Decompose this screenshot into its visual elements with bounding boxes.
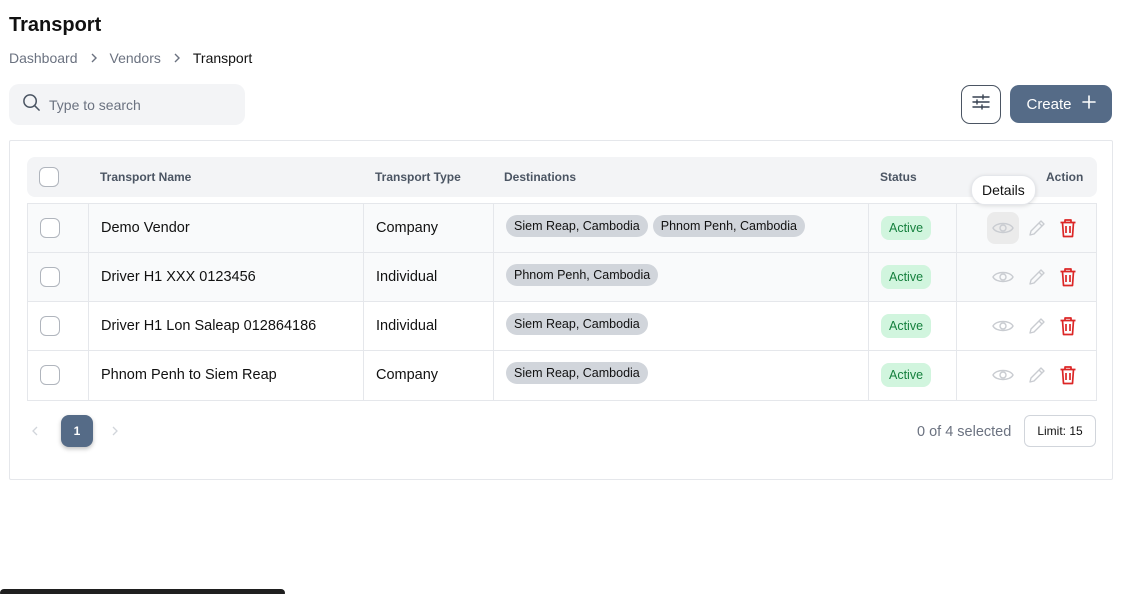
transport-name: Driver H1 Lon Saleap 012864186: [101, 318, 317, 334]
table-row[interactable]: Driver H1 Lon Saleap 012864186 Individua…: [28, 302, 1096, 351]
status-badge: Active: [881, 363, 932, 387]
status-badge: Active: [881, 265, 932, 289]
eye-icon: [992, 369, 1014, 381]
edit-button[interactable]: [1027, 365, 1047, 385]
transport-name: Phnom Penh to Siem Reap: [101, 367, 277, 383]
trash-icon: [1060, 219, 1076, 238]
chevron-right-icon: [112, 426, 118, 436]
limit-button[interactable]: Limit: 15: [1024, 415, 1096, 447]
table-row[interactable]: Phnom Penh to Siem Reap Company Siem Rea…: [28, 351, 1096, 400]
eye-icon: [992, 271, 1014, 283]
create-button-label: Create: [1026, 95, 1072, 113]
edit-button[interactable]: [1027, 316, 1047, 336]
view-details-button[interactable]: [987, 212, 1019, 244]
prev-page-button[interactable]: [30, 425, 40, 437]
table-header: Transport Name Transport Type Destinatio…: [27, 157, 1097, 197]
transport-type: Company: [376, 367, 439, 383]
destination-chip: Phnom Penh, Cambodia: [652, 215, 805, 237]
pencil-icon: [1029, 269, 1045, 285]
eye-icon: [992, 320, 1014, 332]
transport-type: Individual: [376, 269, 438, 285]
breadcrumb-transport: Transport: [192, 50, 253, 66]
pagination: 1: [30, 415, 120, 447]
edit-button[interactable]: [1027, 267, 1047, 287]
pencil-icon: [1029, 220, 1045, 236]
selected-count: 0 of 4 selected: [917, 424, 1012, 440]
filter-button[interactable]: [961, 85, 1001, 124]
row-checkbox[interactable]: [40, 365, 60, 385]
trash-icon: [1060, 268, 1076, 287]
page-title: Transport: [9, 14, 102, 36]
delete-button[interactable]: [1059, 365, 1077, 385]
chevron-right-icon: [88, 52, 100, 64]
edit-button[interactable]: [1027, 218, 1047, 238]
transport-type: Individual: [376, 318, 438, 334]
breadcrumb-vendors[interactable]: Vendors: [110, 50, 161, 66]
pencil-icon: [1029, 318, 1045, 334]
column-header-transport-type[interactable]: Transport Type: [375, 157, 461, 197]
destination-chip: Siem Reap, Cambodia: [506, 215, 648, 237]
search-box[interactable]: [9, 84, 245, 125]
sliders-icon: [971, 92, 991, 117]
transport-name: Driver H1 XXX 0123456: [101, 269, 256, 285]
row-checkbox[interactable]: [40, 267, 60, 287]
view-details-button[interactable]: [987, 359, 1019, 391]
delete-button[interactable]: [1059, 267, 1077, 287]
column-header-destinations[interactable]: Destinations: [504, 157, 576, 197]
delete-button[interactable]: [1059, 218, 1077, 238]
transport-type: Company: [376, 220, 439, 236]
table-row[interactable]: Driver H1 XXX 0123456 Individual Phnom P…: [28, 253, 1096, 302]
table-row[interactable]: Demo Vendor Company Siem Reap, Cambodia …: [28, 204, 1096, 253]
next-page-button[interactable]: [110, 425, 120, 437]
details-tooltip: Details: [971, 175, 1036, 205]
delete-button[interactable]: [1059, 316, 1077, 336]
breadcrumb-dashboard[interactable]: Dashboard: [9, 50, 78, 66]
select-all-checkbox[interactable]: [39, 167, 59, 187]
trash-icon: [1060, 317, 1076, 336]
view-details-button[interactable]: [987, 261, 1019, 293]
column-header-action: Action: [1046, 170, 1084, 184]
destination-chip: Siem Reap, Cambodia: [506, 313, 648, 335]
column-header-status[interactable]: Status: [880, 157, 917, 197]
table-card: Transport Name Transport Type Destinatio…: [9, 140, 1113, 480]
status-badge: Active: [881, 314, 932, 338]
eye-icon: [992, 222, 1014, 234]
search-input[interactable]: [49, 96, 229, 113]
plus-icon: [1081, 95, 1096, 113]
create-button[interactable]: Create: [1010, 85, 1112, 123]
transport-name: Demo Vendor: [101, 220, 190, 236]
breadcrumb: Dashboard Vendors Transport: [9, 50, 252, 66]
status-badge: Active: [881, 216, 932, 240]
row-checkbox[interactable]: [40, 316, 60, 336]
pencil-icon: [1029, 367, 1045, 383]
view-details-button[interactable]: [987, 310, 1019, 342]
row-checkbox[interactable]: [40, 218, 60, 238]
page-button-current[interactable]: 1: [61, 415, 93, 447]
trash-icon: [1060, 366, 1076, 385]
chevron-left-icon: [32, 426, 38, 436]
destination-chip: Phnom Penh, Cambodia: [506, 264, 659, 286]
column-header-transport-name[interactable]: Transport Name: [100, 157, 191, 197]
bottom-scrollbar[interactable]: [0, 589, 285, 594]
destination-chip: Siem Reap, Cambodia: [506, 362, 648, 384]
search-icon: [22, 93, 41, 117]
chevron-right-icon: [171, 52, 183, 64]
table-body: Demo Vendor Company Siem Reap, Cambodia …: [27, 203, 1097, 401]
